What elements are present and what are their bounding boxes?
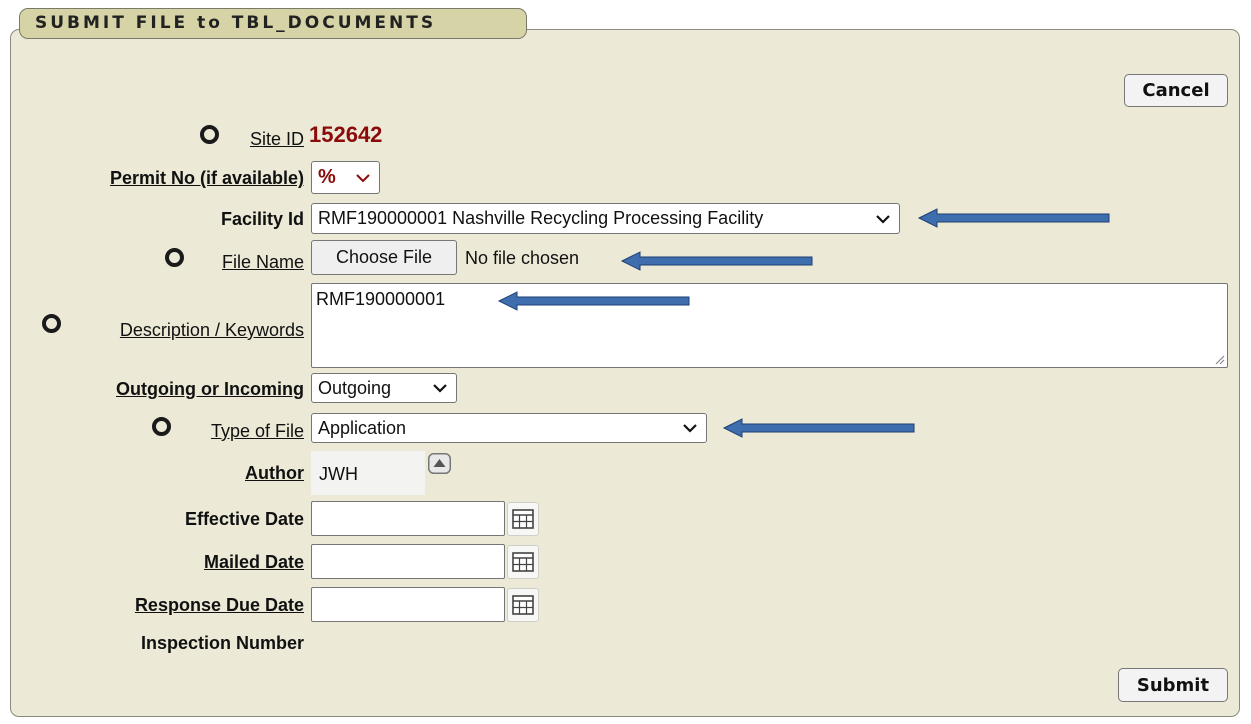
chevron-down-icon bbox=[433, 384, 447, 393]
caret-up-icon[interactable] bbox=[428, 453, 451, 474]
annotation-arrow-icon bbox=[620, 251, 813, 271]
facility-id-select[interactable]: RMF190000001 Nashville Recycling Process… bbox=[311, 203, 900, 234]
response-due-date-label[interactable]: Response Due Date bbox=[135, 595, 304, 616]
mailed-date-calendar-button[interactable] bbox=[507, 545, 539, 579]
calendar-icon bbox=[512, 552, 534, 572]
annotation-arrow-icon bbox=[497, 291, 690, 311]
required-circle-icon bbox=[200, 125, 219, 144]
calendar-icon bbox=[512, 595, 534, 615]
mailed-date-label[interactable]: Mailed Date bbox=[204, 552, 304, 573]
calendar-icon bbox=[512, 509, 534, 529]
annotation-arrow-icon bbox=[722, 418, 915, 438]
facility-id-label: Facility Id bbox=[220, 209, 304, 229]
chevron-down-icon bbox=[356, 173, 370, 182]
author-field: JWH bbox=[311, 451, 425, 495]
effective-date-calendar-button[interactable] bbox=[507, 502, 539, 536]
inspection-number-label: Inspection Number bbox=[140, 633, 304, 653]
effective-date-input[interactable] bbox=[311, 501, 505, 536]
author-label[interactable]: Author bbox=[245, 463, 304, 484]
file-name-label[interactable]: File Name bbox=[222, 252, 304, 273]
choose-file-button[interactable]: Choose File bbox=[311, 240, 457, 275]
form-title: SUBMIT FILE to TBL_DOCUMENTS bbox=[19, 8, 527, 39]
direction-value: Outgoing bbox=[318, 377, 392, 398]
no-file-chosen-text: No file chosen bbox=[465, 248, 580, 268]
author-value: JWH bbox=[319, 464, 358, 484]
response-due-date-input[interactable] bbox=[311, 587, 505, 622]
annotation-arrow-icon bbox=[917, 208, 1110, 228]
direction-select[interactable]: Outgoing bbox=[311, 373, 457, 403]
resize-handle-icon[interactable] bbox=[1214, 354, 1225, 365]
description-value: RMF190000001 bbox=[316, 289, 446, 309]
cancel-button[interactable]: Cancel bbox=[1124, 74, 1228, 107]
site-id-label[interactable]: Site ID bbox=[250, 129, 304, 150]
permit-no-select[interactable]: % bbox=[311, 161, 380, 194]
permit-no-value: % bbox=[318, 166, 336, 188]
description-textarea[interactable]: RMF190000001 bbox=[311, 283, 1228, 368]
chevron-down-icon bbox=[683, 424, 697, 433]
site-id-value: 152642 bbox=[309, 122, 383, 147]
required-circle-icon bbox=[42, 314, 61, 333]
description-label[interactable]: Description / Keywords bbox=[120, 320, 304, 341]
direction-label[interactable]: Outgoing or Incoming bbox=[116, 379, 304, 400]
submit-button[interactable]: Submit bbox=[1118, 668, 1228, 702]
required-circle-icon bbox=[152, 417, 171, 436]
effective-date-label: Effective Date bbox=[184, 509, 304, 529]
required-circle-icon bbox=[165, 248, 184, 267]
type-of-file-select[interactable]: Application bbox=[311, 413, 707, 443]
facility-id-value: RMF190000001 Nashville Recycling Process… bbox=[318, 208, 764, 228]
type-of-file-value: Application bbox=[318, 417, 407, 438]
chevron-down-icon bbox=[876, 214, 890, 224]
type-of-file-label[interactable]: Type of File bbox=[211, 421, 304, 442]
permit-no-label[interactable]: Permit No (if available) bbox=[110, 168, 304, 189]
response-due-date-calendar-button[interactable] bbox=[507, 588, 539, 622]
mailed-date-input[interactable] bbox=[311, 544, 505, 579]
